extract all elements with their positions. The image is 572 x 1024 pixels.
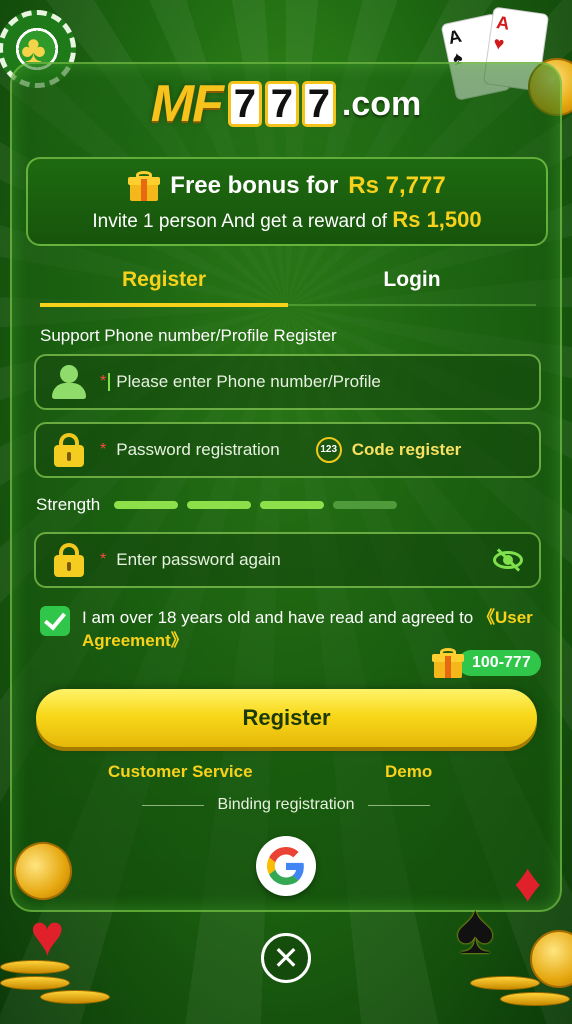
strength-segment <box>260 501 325 509</box>
password-placeholder: Password registration <box>116 440 280 459</box>
invite-reward: Invite 1 person And get a reward of Rs 1… <box>28 207 546 233</box>
confirm-password-field[interactable]: * Enter password again <box>34 532 541 588</box>
google-login-button[interactable] <box>256 836 316 896</box>
register-button[interactable]: Register <box>36 689 537 747</box>
logo-digit: 7 <box>264 81 299 127</box>
divider-line <box>141 804 204 806</box>
agreement-row: I am over 18 years old and have read and… <box>40 606 540 652</box>
logo-digit: 7 <box>301 81 336 127</box>
user-icon <box>50 363 88 401</box>
logo-digits: 7 7 7 <box>227 81 336 127</box>
bonus-headline-text: Free bonus for <box>170 172 339 199</box>
brand-logo: MF 7 7 7 .com <box>0 74 572 134</box>
bonus-banner: Free bonus for Rs 7,777 Invite 1 person … <box>26 157 548 246</box>
google-icon <box>267 847 304 885</box>
password-field[interactable]: * Password registration 123 Code registe… <box>34 422 541 478</box>
binding-registration-label: Binding registration <box>217 796 355 813</box>
agreement-statement: I am over 18 years old and have read and… <box>82 608 478 627</box>
close-icon: ✕ <box>272 940 300 976</box>
bonus-amount: Rs 7,777 <box>348 172 446 199</box>
gift-icon <box>432 648 464 678</box>
phone-field[interactable]: * Please enter Phone number/Profile <box>34 354 541 410</box>
agreement-text: I am over 18 years old and have read and… <box>82 606 540 652</box>
auth-tabs: Register Login <box>40 258 536 307</box>
promo-label: 100-777 <box>458 650 541 676</box>
invite-reward-text: Invite 1 person And get a reward of <box>92 211 388 232</box>
coin-stack-decoration <box>470 976 540 990</box>
invite-reward-amount: Rs 1,500 <box>392 207 482 232</box>
diamond-suit-decoration: ♦ <box>514 853 542 913</box>
strength-segment <box>114 501 179 509</box>
phone-placeholder: Please enter Phone number/Profile <box>116 372 381 391</box>
binding-divider: Binding registration <box>0 796 572 814</box>
gift-icon <box>128 171 161 201</box>
password-strength: Strength <box>36 495 406 515</box>
heart-suit-decoration: ♥ <box>30 903 65 968</box>
eye-off-icon[interactable] <box>493 548 523 572</box>
divider-line <box>368 804 431 806</box>
coin-stack-decoration <box>500 992 570 1006</box>
code-register-button[interactable]: 123 Code register <box>315 437 462 463</box>
strength-segment <box>187 501 252 509</box>
lock-icon <box>50 541 88 579</box>
close-button[interactable]: ✕ <box>261 933 311 983</box>
required-mark: * <box>100 551 107 568</box>
customer-service-link[interactable]: Customer Service <box>108 762 253 782</box>
logo-suffix: .com <box>341 84 422 123</box>
required-mark: * <box>100 373 107 390</box>
coin-stack-decoration <box>0 976 70 990</box>
tab-register[interactable]: Register <box>40 258 288 307</box>
coin-stack-decoration <box>40 990 110 1004</box>
spade-suit-decoration: ♠ <box>456 889 495 969</box>
strength-label: Strength <box>36 495 101 514</box>
lock-icon <box>50 431 88 469</box>
text-cursor <box>108 373 111 391</box>
agreement-checkbox[interactable] <box>40 606 70 636</box>
logo-digit: 7 <box>227 81 262 127</box>
promo-badge[interactable]: 100-777 <box>432 648 541 678</box>
strength-segment <box>333 501 398 509</box>
coin-stack-decoration <box>0 960 70 974</box>
required-mark: * <box>100 441 107 458</box>
bonus-headline: Free bonus for Rs 7,777 <box>28 171 546 201</box>
code-123-icon: 123 <box>315 437 342 463</box>
tab-login[interactable]: Login <box>288 258 536 304</box>
confirm-password-placeholder: Enter password again <box>116 550 281 569</box>
demo-link[interactable]: Demo <box>385 762 432 782</box>
code-register-label: Code register <box>351 440 462 459</box>
logo-mf: MF <box>150 75 224 133</box>
support-label: Support Phone number/Profile Register <box>40 326 337 345</box>
